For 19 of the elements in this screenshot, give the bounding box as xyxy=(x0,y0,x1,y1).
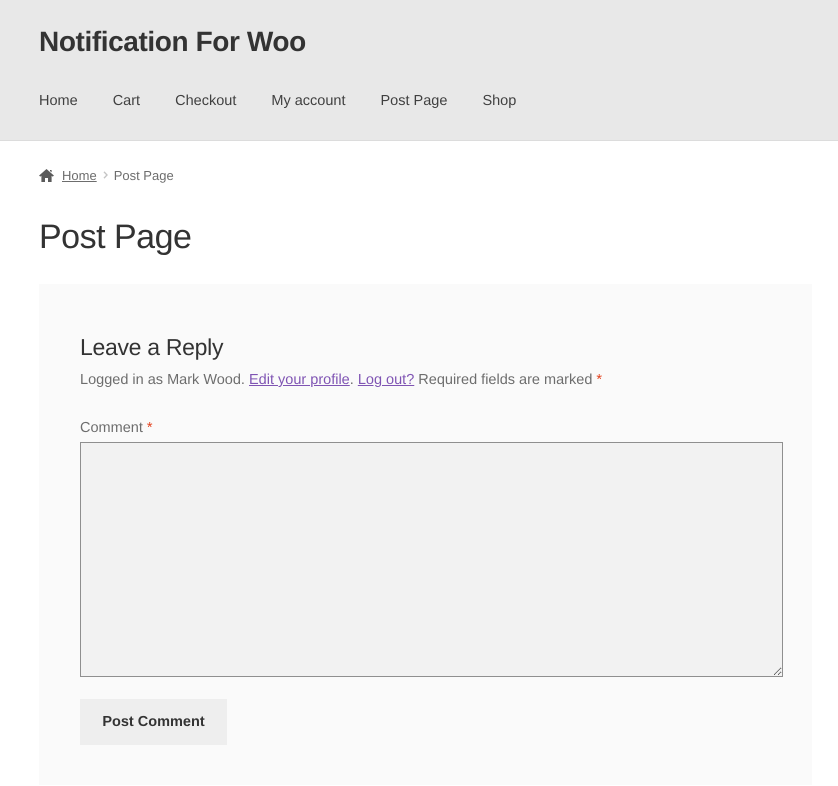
page-title: Post Page xyxy=(39,217,192,258)
reply-heading: Leave a Reply xyxy=(80,333,224,362)
breadcrumb-current: Post Page xyxy=(114,168,174,182)
post-comment-button[interactable]: Post Comment xyxy=(80,699,227,745)
nav-link[interactable]: My account xyxy=(271,91,346,111)
nav-link[interactable]: Shop xyxy=(482,91,516,111)
nav-link[interactable]: Cart xyxy=(112,91,140,111)
comment-label: Comment * xyxy=(80,419,153,438)
breadcrumb-link[interactable]: Home xyxy=(62,168,97,182)
login-notice: Logged in as Mark Wood. Edit your profile. Log out? Required fields are marked * xyxy=(80,371,602,390)
home-icon xyxy=(39,168,54,182)
site-title[interactable]: Notification For Woo xyxy=(39,24,306,60)
nav-link[interactable]: Post Page xyxy=(380,91,448,111)
logout-link[interactable]: Log out? xyxy=(358,372,414,388)
profile-link[interactable]: Edit your profile xyxy=(249,372,350,388)
nav-link[interactable]: Home xyxy=(39,91,78,111)
comment-field[interactable] xyxy=(80,442,783,677)
chevron-icon xyxy=(102,171,108,179)
nav-link[interactable]: Checkout xyxy=(175,91,236,111)
